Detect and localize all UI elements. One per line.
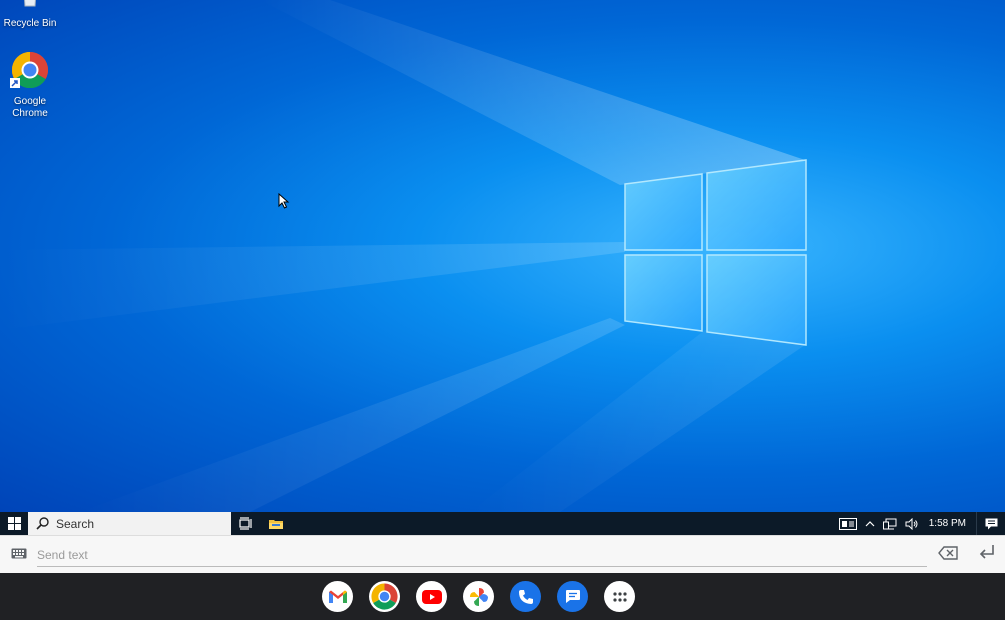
task-view-icon xyxy=(238,517,252,530)
wallpaper xyxy=(0,0,807,512)
photos-icon xyxy=(469,587,488,606)
chevron-up-icon xyxy=(865,521,875,527)
search-icon xyxy=(36,517,49,530)
network-button[interactable] xyxy=(879,512,901,535)
gmail-app[interactable] xyxy=(322,581,353,612)
notification-icon xyxy=(985,518,997,529)
folder-icon xyxy=(269,519,283,529)
photos-app[interactable] xyxy=(463,581,494,612)
phone-app[interactable] xyxy=(510,581,541,612)
windows-logo xyxy=(624,159,807,346)
volume-icon xyxy=(905,517,918,530)
clock[interactable]: 1:58 PM xyxy=(923,518,976,529)
chrome-shortcut[interactable]: Google Chrome xyxy=(0,50,60,120)
youtube-app[interactable] xyxy=(416,581,447,612)
start-button[interactable] xyxy=(0,512,28,535)
news-icon xyxy=(838,517,857,530)
network-icon xyxy=(882,518,897,529)
chrome-icon xyxy=(371,583,398,610)
notifications-button[interactable] xyxy=(976,512,1005,535)
app-dock xyxy=(0,573,1005,620)
apps-grid-icon xyxy=(612,591,627,602)
keyboard-icon[interactable] xyxy=(11,548,27,559)
task-view-button[interactable] xyxy=(231,512,261,535)
recycle-bin-shortcut[interactable]: Recycle Bin xyxy=(0,0,60,30)
news-button[interactable] xyxy=(835,512,861,535)
system-tray: 1:58 PM xyxy=(835,512,1005,535)
show-hidden-icons-button[interactable] xyxy=(861,512,879,535)
recycle-bin-label: Recycle Bin xyxy=(3,18,57,29)
volume-button[interactable] xyxy=(901,512,923,535)
messages-app[interactable] xyxy=(557,581,588,612)
app-launcher[interactable] xyxy=(604,581,635,612)
gmail-icon xyxy=(328,590,347,603)
chrome-label: Google Chrome xyxy=(12,96,48,119)
messages-icon xyxy=(565,590,580,603)
enter-icon[interactable] xyxy=(978,544,996,560)
desktop[interactable]: Recycle Bin Google Chrome xyxy=(0,0,1005,512)
file-explorer-button[interactable] xyxy=(261,512,291,535)
taskbar: Search 1:58 PM xyxy=(0,512,1005,535)
recycle-bin-icon xyxy=(24,0,36,7)
windows-start-icon xyxy=(7,517,21,530)
youtube-icon xyxy=(421,589,442,604)
taskbar-search-box[interactable]: Search xyxy=(28,512,231,535)
chrome-icon xyxy=(10,51,49,89)
send-text-bar xyxy=(0,535,1005,573)
backspace-icon[interactable] xyxy=(938,546,958,560)
chrome-app[interactable] xyxy=(369,581,400,612)
mouse-cursor-icon xyxy=(278,193,290,209)
phone-icon xyxy=(518,589,533,604)
search-label: Search xyxy=(56,516,95,531)
send-text-input[interactable] xyxy=(37,544,927,567)
